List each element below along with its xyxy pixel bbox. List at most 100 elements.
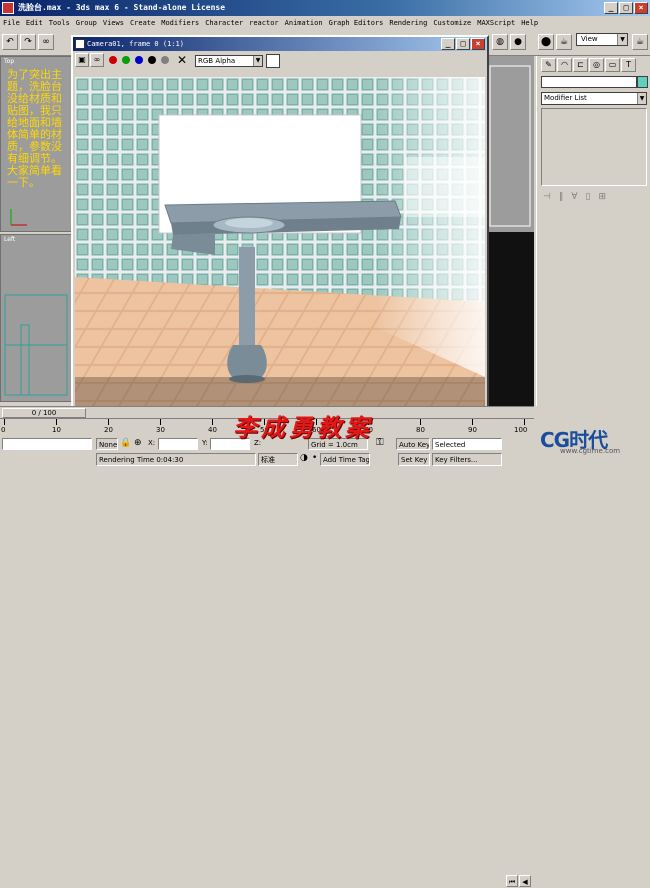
alpha-channel-icon[interactable] — [148, 56, 156, 64]
link-icon[interactable]: ∞ — [38, 34, 54, 50]
note-text: 为了突出主题，洗脸台没给材质和贴图，我只给地面和墙体简单的材质，参数没有细调节。… — [7, 68, 62, 189]
viewport-top[interactable]: Top 为了突出主题，洗脸台没给材质和贴图，我只给地面和墙体简单的材质，参数没有… — [0, 56, 72, 232]
status-bar-bottom: Rendering Time 0:04:30 标准 ◑ • Add Time T… — [0, 452, 650, 468]
prev-frame-icon[interactable]: ◀ — [519, 875, 531, 887]
menu-customize[interactable]: Customize — [433, 16, 471, 30]
create-tab-icon[interactable]: ✎ — [541, 58, 556, 72]
menu-create[interactable]: Create — [130, 16, 155, 30]
logo-url: www.cgtime.com — [560, 447, 621, 455]
x-coord-label: X: — [148, 439, 156, 447]
channel-value: RGB Alpha — [198, 57, 236, 65]
ime-moon-icon[interactable]: ◑ — [300, 453, 308, 463]
key-mode-dropdown[interactable]: Selected — [432, 438, 502, 450]
minimize-button[interactable]: _ — [604, 2, 618, 14]
viewport-front[interactable] — [488, 56, 534, 232]
viewport-top-label: Top — [4, 58, 15, 65]
key-icon[interactable]: ⚿ — [376, 437, 384, 448]
x-coord-field[interactable] — [158, 438, 198, 450]
teapot-icon[interactable]: ☕ — [632, 34, 648, 50]
modify-tab-icon[interactable]: ◠ — [557, 58, 572, 72]
menu-animation[interactable]: Animation — [285, 16, 323, 30]
color-swatch[interactable] — [266, 54, 280, 68]
tick-label: 90 — [468, 426, 477, 434]
frame-maximize-button[interactable]: □ — [456, 38, 470, 50]
utilities-tab-icon[interactable]: T — [621, 58, 636, 72]
view-selector-value: View — [581, 35, 598, 43]
rendered-image — [75, 77, 485, 407]
frame-close-button[interactable]: × — [471, 38, 485, 50]
modifier-list-value: Modifier List — [544, 94, 587, 102]
make-unique-icon[interactable]: ∀ — [571, 192, 577, 202]
modifier-list-dropdown[interactable]: Modifier List ▼ — [541, 92, 647, 105]
tick-label: 100 — [514, 426, 528, 434]
auto-key-button[interactable]: Auto Key — [396, 438, 430, 450]
menu-help[interactable]: Help — [521, 16, 538, 30]
show-end-icon[interactable]: ‖ — [559, 192, 564, 202]
tick-label: 40 — [208, 426, 217, 434]
rendering-time: Rendering Time 0:04:30 — [96, 453, 256, 466]
remove-modifier-icon[interactable]: ▯ — [586, 192, 591, 202]
stack-tools: ⊣ ‖ ∀ ▯ ⊞ — [543, 192, 606, 202]
add-time-tag-button[interactable]: Add Time Tag — [320, 453, 370, 466]
hierarchy-tab-icon[interactable]: ⊏ — [573, 58, 588, 72]
undo-icon[interactable]: ↶ — [2, 34, 18, 50]
absolute-mode-icon[interactable]: ⊕ — [134, 438, 142, 448]
rendered-frame-toolbar: ▣ ∞ ✕ RGB Alpha ▼ — [73, 51, 487, 71]
redo-icon[interactable]: ↷ — [20, 34, 36, 50]
y-coord-label: Y: — [202, 439, 208, 447]
rendered-frame-title: Camera01, frame 0 (1:1) — [87, 40, 184, 48]
menu-bar: File Edit Tools Group Views Create Modif… — [0, 16, 650, 30]
red-channel-icon[interactable] — [109, 56, 117, 64]
watermark-text: 李成勇教案 — [233, 413, 373, 442]
clear-icon[interactable]: ✕ — [177, 53, 187, 67]
material-editor-icon[interactable]: ⬤ — [538, 34, 554, 50]
menu-file[interactable]: File — [3, 16, 20, 30]
object-color-swatch[interactable] — [637, 76, 648, 88]
ime-punct-icon[interactable]: • — [312, 453, 317, 463]
chevron-down-icon: ▼ — [637, 93, 646, 104]
window-title: 洗脸台.max - 3ds max 6 - Stand-alone Licens… — [18, 3, 226, 12]
goto-start-icon[interactable]: ⏮ — [506, 875, 518, 887]
chevron-down-icon: ▼ — [253, 56, 262, 66]
render-type-icon[interactable]: ☕ — [556, 34, 572, 50]
menu-edit[interactable]: Edit — [26, 16, 43, 30]
menu-graph-editors[interactable]: Graph Editors — [329, 16, 384, 30]
object-name-field[interactable] — [541, 76, 637, 88]
rendered-frame-titlebar: Camera01, frame 0 (1:1) _ □ × — [73, 37, 487, 51]
menu-modifiers[interactable]: Modifiers — [161, 16, 199, 30]
ime-indicator[interactable]: 标准 — [258, 453, 298, 466]
set-key-button[interactable]: Set Key — [398, 453, 430, 466]
maxscript-listener-field[interactable] — [2, 438, 92, 450]
menu-reactor[interactable]: reactor — [249, 16, 279, 30]
menu-views[interactable]: Views — [103, 16, 124, 30]
render-scene-icon[interactable]: ◍ — [492, 34, 508, 50]
quick-render-icon[interactable]: ● — [510, 34, 526, 50]
viewport-left[interactable]: Left — [0, 234, 72, 402]
pin-stack-icon[interactable]: ⊣ — [543, 192, 551, 202]
display-tab-icon[interactable]: ▭ — [605, 58, 620, 72]
viewport-perspective[interactable] — [488, 232, 534, 406]
key-filters-button[interactable]: Key Filters... — [432, 453, 502, 466]
menu-group[interactable]: Group — [76, 16, 97, 30]
view-selector[interactable]: View ▼ — [576, 33, 628, 46]
command-panel: ✎ ◠ ⊏ ◎ ▭ T Modifier List ▼ ⊣ ‖ ∀ ▯ ⊞ — [536, 56, 650, 406]
menu-maxscript[interactable]: MAXScript — [477, 16, 515, 30]
save-icon[interactable]: ▣ — [75, 53, 89, 67]
configure-sets-icon[interactable]: ⊞ — [598, 192, 606, 202]
close-button[interactable]: × — [634, 2, 648, 14]
motion-tab-icon[interactable]: ◎ — [589, 58, 604, 72]
frame-minimize-button[interactable]: _ — [441, 38, 455, 50]
menu-rendering[interactable]: Rendering — [389, 16, 427, 30]
modifier-stack[interactable] — [541, 108, 647, 186]
menu-tools[interactable]: Tools — [49, 16, 70, 30]
rendered-frame-window[interactable]: Camera01, frame 0 (1:1) _ □ × ▣ ∞ ✕ RGB … — [71, 35, 489, 411]
channel-dropdown[interactable]: RGB Alpha ▼ — [195, 55, 263, 67]
clone-icon[interactable]: ∞ — [90, 53, 104, 67]
mono-channel-icon[interactable] — [161, 56, 169, 64]
blue-channel-icon[interactable] — [135, 56, 143, 64]
menu-character[interactable]: Character — [205, 16, 243, 30]
time-slider[interactable]: 0 / 100 — [2, 408, 86, 418]
lock-icon[interactable]: 🔒 — [120, 438, 131, 448]
green-channel-icon[interactable] — [122, 56, 130, 64]
maximize-button[interactable]: □ — [619, 2, 633, 14]
